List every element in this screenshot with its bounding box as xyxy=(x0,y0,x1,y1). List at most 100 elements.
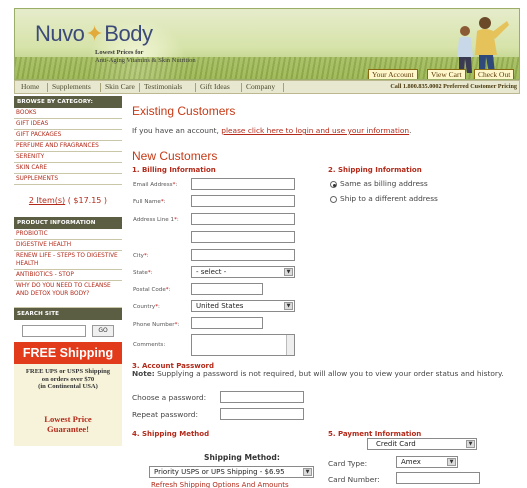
state-select[interactable]: - select - ▼ xyxy=(191,266,295,278)
site-logo[interactable]: Nuvo✦Body xyxy=(35,21,153,47)
product-probiotic[interactable]: PROBIOTIC xyxy=(14,229,122,240)
cart-summary[interactable]: 2 Item(s) ( $17.15 ) xyxy=(14,185,122,217)
search-go-button[interactable]: GO xyxy=(92,325,114,337)
card-number-field[interactable] xyxy=(396,472,480,484)
ship-same-radio[interactable] xyxy=(330,181,337,188)
country-select[interactable]: United States ▼ xyxy=(191,300,295,312)
your-account-button[interactable]: Your Account xyxy=(368,69,418,79)
nav-home[interactable]: Home xyxy=(21,81,39,93)
payment-method-select[interactable]: Credit Card ▼ xyxy=(367,438,477,450)
category-serenity[interactable]: SERENITY xyxy=(14,152,122,163)
shipping-info-title: 2. Shipping Information xyxy=(328,166,422,174)
shipping-method-select[interactable]: Priority USPS or UPS Shipping - $6.95 ▼ xyxy=(149,466,314,478)
city-field[interactable] xyxy=(191,249,295,261)
lowest-price-guarantee[interactable]: Lowest Price Guarantee! xyxy=(14,406,122,446)
nav-gift-ideas[interactable]: Gift Ideas xyxy=(200,81,230,93)
category-perfume[interactable]: PERFUME AND FRAGRANCES xyxy=(14,141,122,152)
ship-different-radio[interactable] xyxy=(330,196,337,203)
site-tagline: Lowest Prices for Anti-Aging Vitamins & S… xyxy=(95,49,196,64)
ship-same-label: Same as billing address xyxy=(340,179,428,188)
shipping-method-label: Shipping Method: xyxy=(204,453,280,462)
password-note: Note: Supplying a password is not requir… xyxy=(132,369,504,378)
product-renew-life[interactable]: RENEW LIFE - STEPS TO DIGESTIVE HEALTH xyxy=(14,251,122,270)
chevron-down-icon: ▼ xyxy=(284,268,293,276)
search-input[interactable] xyxy=(22,325,86,337)
full-name-field[interactable] xyxy=(191,195,295,207)
category-books[interactable]: BOOKS xyxy=(14,108,122,119)
site-header: Nuvo✦Body Lowest Prices for Anti-Aging Vi… xyxy=(14,8,520,80)
card-type-select[interactable]: Amex ▼ xyxy=(396,456,458,468)
main-nav: Home Supplements Skin Care Testimonials … xyxy=(14,80,520,94)
free-ship-line: (in Continental USA) xyxy=(38,383,98,390)
free-shipping-details: FREE UPS or USPS Shipping on orders over… xyxy=(14,364,122,406)
login-link[interactable]: please click here to login and use your … xyxy=(221,126,409,135)
email-label: Email Address*: xyxy=(133,182,178,188)
view-cart-button[interactable]: View Cart xyxy=(427,69,466,79)
postal-code-field[interactable] xyxy=(191,283,263,295)
choose-password-field[interactable] xyxy=(220,391,304,403)
comments-textarea[interactable] xyxy=(191,334,295,356)
country-label: Country*: xyxy=(133,304,160,310)
nav-divider xyxy=(47,83,48,92)
existing-customers-title: Existing Customers xyxy=(132,104,236,118)
chevron-down-icon: ▼ xyxy=(303,468,312,476)
lowest-price-line: Guarantee! xyxy=(46,424,89,434)
ship-different-label: Ship to a different address xyxy=(340,194,438,203)
product-digestive-health[interactable]: DIGESTIVE HEALTH xyxy=(14,240,122,251)
cart-items-link[interactable]: 2 Item(s) xyxy=(29,196,65,205)
card-type-label: Card Type: xyxy=(328,459,368,468)
address-line-1-field[interactable] xyxy=(191,213,295,225)
cart-total: ( $17.15 ) xyxy=(67,196,108,205)
choose-password-label: Choose a password: xyxy=(132,393,207,402)
billing-info-title: 1. Billing Information xyxy=(132,166,216,174)
chevron-down-icon: ▼ xyxy=(466,440,475,448)
product-info-heading: PRODUCT INFORMATION xyxy=(14,217,122,229)
checkout-main: Existing Customers If you have an accoun… xyxy=(131,96,520,488)
address-line-2-field[interactable] xyxy=(191,231,295,243)
chevron-down-icon: ▼ xyxy=(284,302,293,310)
chevron-down-icon: ▼ xyxy=(447,458,456,466)
card-number-label: Card Number: xyxy=(328,475,380,484)
phone-number-field[interactable] xyxy=(191,317,263,329)
comments-label: Comments: xyxy=(133,342,166,348)
category-skin-care[interactable]: SKIN CARE xyxy=(14,163,122,174)
phone-number: Call 1.800.835.0002 Preferred Customer P… xyxy=(390,83,517,90)
search-box: GO xyxy=(14,320,122,342)
category-gift-ideas[interactable]: GIFT IDEAS xyxy=(14,119,122,130)
email-field[interactable] xyxy=(191,178,295,190)
nav-testimonials[interactable]: Testimonials xyxy=(144,81,182,93)
nav-supplements[interactable]: Supplements xyxy=(52,81,91,93)
search-site-heading: SEARCH SITE xyxy=(14,308,122,320)
postal-code-label: Postal Code*: xyxy=(133,287,171,293)
header-photo-people xyxy=(457,17,509,73)
repeat-password-field[interactable] xyxy=(220,408,304,420)
city-label: City*: xyxy=(133,253,149,259)
existing-customers-text: If you have an account, please click her… xyxy=(132,126,412,135)
browse-category-heading: BROWSE BY CATEGORY: xyxy=(14,96,122,108)
nav-skin-care[interactable]: Skin Care xyxy=(105,81,135,93)
payment-info-title: 5. Payment Information xyxy=(328,430,422,438)
free-shipping-banner[interactable]: FREE Shipping xyxy=(14,342,122,364)
check-out-button[interactable]: Check Out xyxy=(474,69,515,79)
category-gift-packages[interactable]: GIFT PACKAGES xyxy=(14,130,122,141)
refresh-shipping-link[interactable]: Refresh Shipping Options And Amounts xyxy=(151,481,289,488)
full-name-label: Full Name*: xyxy=(133,199,166,205)
category-supplements[interactable]: SUPPLEMENTS xyxy=(14,174,122,185)
product-antibiotics[interactable]: ANTIBIOTICS - STOP xyxy=(14,270,122,281)
lowest-price-line: Lowest Price xyxy=(44,414,92,424)
nav-divider xyxy=(283,83,284,92)
phone-number-label: Phone Number*: xyxy=(133,322,180,328)
nav-divider xyxy=(241,83,242,92)
free-ship-line: FREE UPS or USPS Shipping xyxy=(25,368,111,375)
address-line-1-label: Address Line 1*: xyxy=(133,217,179,223)
state-label: State*: xyxy=(133,270,153,276)
nav-divider xyxy=(195,83,196,92)
nav-divider xyxy=(100,83,101,92)
sidebar: BROWSE BY CATEGORY: BOOKS GIFT IDEAS GIF… xyxy=(14,96,122,488)
product-cleanse-detox[interactable]: WHY DO YOU NEED TO CLEANSE AND DETOX YOU… xyxy=(14,281,122,308)
nav-divider xyxy=(139,83,140,92)
comments-scrollbar[interactable] xyxy=(286,335,294,355)
logo-figure-icon: ✦ xyxy=(85,21,104,46)
repeat-password-label: Repeat password: xyxy=(132,410,198,419)
nav-company[interactable]: Company xyxy=(246,81,275,93)
